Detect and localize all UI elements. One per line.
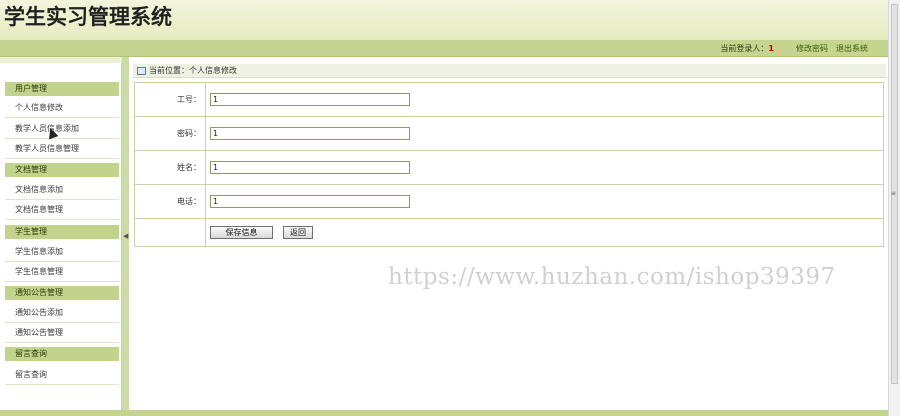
breadcrumb-text: 当前位置：个人信息修改 <box>149 66 237 75</box>
top-bar: 当前登录人：1 修改密码 退出系统 <box>0 40 888 57</box>
phone-input[interactable] <box>210 195 410 208</box>
form-row-phone: 电话： <box>134 184 884 219</box>
app-window: { "app": {"title": "学生实习管理系统"}, "topbar"… <box>0 0 900 416</box>
password-label: 密码： <box>134 116 206 151</box>
sidebar-splitter[interactable]: ◀ <box>122 57 129 410</box>
breadcrumb: 当前位置：个人信息修改 <box>133 64 886 78</box>
triangle-left-icon[interactable]: ◀ <box>123 232 128 240</box>
sidebar-item-doc-manage[interactable]: 文档信息管理 <box>5 200 119 220</box>
login-user: 1 <box>768 44 774 53</box>
sidebar-group-messages[interactable]: 留言查询 <box>5 347 119 361</box>
form-row-employee-id: 工号： <box>134 82 884 117</box>
login-label: 当前登录人： <box>720 44 769 53</box>
name-label: 姓名： <box>134 150 206 185</box>
form-row-name: 姓名： <box>134 150 884 185</box>
sidebar-item-profile-edit[interactable]: 个人信息修改 <box>5 98 119 118</box>
sidebar-group-notices[interactable]: 通知公告管理 <box>5 286 119 300</box>
employee-id-input[interactable] <box>210 93 410 106</box>
grip-icon: ≡ <box>891 190 897 197</box>
employee-id-label: 工号： <box>134 82 206 117</box>
sidebar-group-students[interactable]: 学生管理 <box>5 225 119 239</box>
sidebar-item-staff-add[interactable]: 教学人员信息添加 <box>5 119 119 139</box>
sidebar-item-notice-manage[interactable]: 通知公告管理 <box>5 323 119 343</box>
sidebar: 用户管理 个人信息修改 教学人员信息添加 教学人员信息管理 文档管理 文档信息添… <box>0 57 122 410</box>
watermark: https://www.huzhan.com/ishop39397 <box>388 264 836 290</box>
form-row-actions: 保存信息 返回 <box>134 218 884 247</box>
password-input[interactable] <box>210 127 410 140</box>
app-title: 学生实习管理系统 <box>4 4 172 29</box>
bottom-strip <box>0 410 888 416</box>
login-info: 当前登录人：1 修改密码 退出系统 <box>720 43 868 54</box>
profile-form: 工号： 密码： 姓名： 电话： 保存信息返回 <box>134 82 884 247</box>
sidebar-item-student-manage[interactable]: 学生信息管理 <box>5 262 119 282</box>
sidebar-item-notice-add[interactable]: 通知公告添加 <box>5 303 119 323</box>
sidebar-item-doc-add[interactable]: 文档信息添加 <box>5 180 119 200</box>
save-button[interactable]: 保存信息 <box>210 226 273 239</box>
sidebar-item-staff-manage[interactable]: 教学人员信息管理 <box>5 139 119 159</box>
actions-label-cell <box>134 218 206 247</box>
window-icon <box>137 67 146 75</box>
logout-link[interactable]: 退出系统 <box>836 44 868 53</box>
sidebar-top-strip <box>0 57 122 63</box>
sidebar-group-user[interactable]: 用户管理 <box>5 82 119 96</box>
main-content: 当前位置：个人信息修改 工号： 密码： 姓名： 电话： 保存信息返回 <box>129 57 888 410</box>
phone-label: 电话： <box>134 184 206 219</box>
change-password-link[interactable]: 修改密码 <box>796 44 828 53</box>
sidebar-group-docs[interactable]: 文档管理 <box>5 163 119 177</box>
sidebar-item-student-add[interactable]: 学生信息添加 <box>5 242 119 262</box>
name-input[interactable] <box>210 161 410 174</box>
back-button[interactable]: 返回 <box>283 226 313 239</box>
sidebar-item-message-query[interactable]: 留言查询 <box>5 365 119 385</box>
form-row-password: 密码： <box>134 116 884 151</box>
vertical-scrollbar[interactable]: ≡ <box>888 0 900 416</box>
header-banner: 学生实习管理系统 <box>0 0 888 40</box>
